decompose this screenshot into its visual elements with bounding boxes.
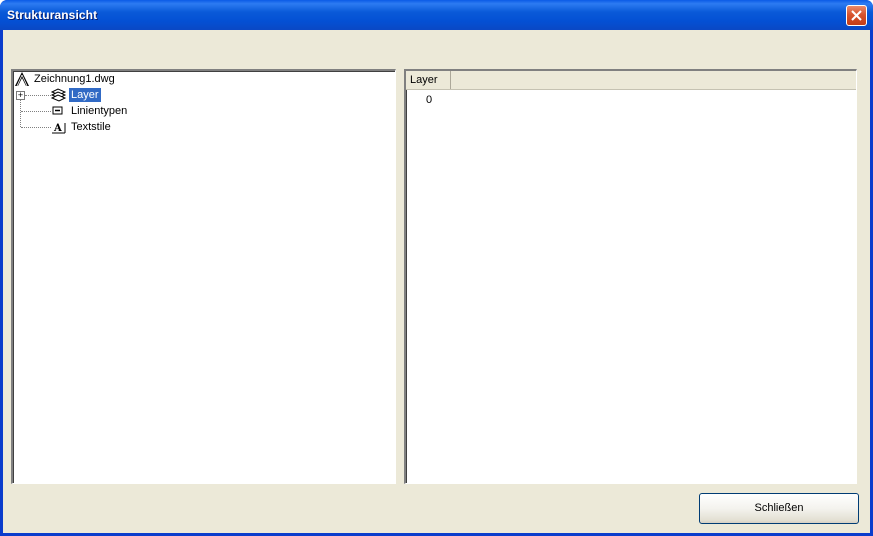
detail-list[interactable]: Layer 0	[404, 69, 857, 484]
tree-item-linientypen[interactable]: Linientypen	[13, 103, 393, 119]
dialog-client-area: Zeichnung1.dwg + Layer Linientypen A Tex…	[3, 30, 870, 533]
close-dialog-button[interactable]: Schließen	[699, 493, 859, 524]
expand-toggle[interactable]: +	[16, 91, 25, 100]
tree-item-label: Textstile	[71, 121, 111, 133]
window-close-button[interactable]	[846, 5, 867, 26]
dialog-window: Strukturansicht Zeichnung1.dwg + Layer L…	[0, 0, 873, 536]
textstyle-icon: A	[52, 123, 66, 134]
tree-item-layer[interactable]: + Layer	[13, 87, 393, 103]
window-title: Strukturansicht	[7, 8, 98, 22]
layers-icon	[51, 88, 67, 102]
linetype-icon	[52, 106, 63, 115]
tree-root-node[interactable]: Zeichnung1.dwg	[13, 71, 393, 87]
list-header-row: Layer	[406, 71, 856, 90]
list-item[interactable]: 0	[426, 93, 432, 107]
column-header-layer[interactable]: Layer	[406, 71, 451, 89]
structure-tree[interactable]: Zeichnung1.dwg + Layer Linientypen A Tex…	[11, 69, 396, 484]
tree-item-label: Layer	[69, 88, 101, 102]
tree-item-textstile[interactable]: A Textstile	[13, 119, 393, 135]
tree-item-label: Linientypen	[71, 105, 128, 117]
svg-text:A: A	[53, 123, 62, 134]
drawing-icon	[15, 72, 29, 87]
close-icon	[851, 10, 862, 21]
title-bar[interactable]: Strukturansicht	[0, 0, 873, 30]
tree-root-label: Zeichnung1.dwg	[34, 73, 115, 85]
